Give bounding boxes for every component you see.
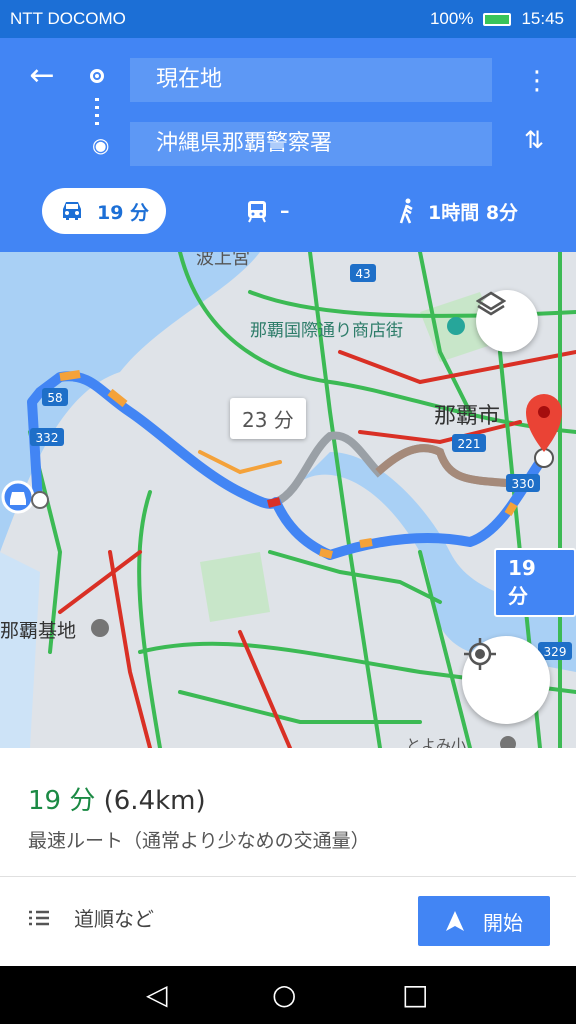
car-icon [62,202,81,220]
carrier-name: NTT DOCOMO [10,9,126,28]
steps-button[interactable]: 道順など [28,903,154,932]
map-label-district: 波上宮 [196,252,250,269]
destination-field[interactable]: 沖縄県那覇警察署 [130,122,492,166]
map-label-base[interactable]: 那覇基地 [0,616,76,643]
school-poi-icon[interactable] [500,736,516,748]
route-time-line: 19 分 (6.4km) [28,780,206,817]
road-58: 58 [47,391,62,405]
route-connector-icon [95,98,99,126]
destination-pin-icon[interactable] [526,394,562,452]
route-summary-sheet: 19 分 (6.4km) 最速ルート（通常より少なめの交通量） 道順など 開始 [0,748,576,966]
layers-button[interactable] [476,290,538,352]
map-label-city: 那覇市 [434,404,501,429]
car-location-icon [10,492,26,505]
more-options-icon[interactable]: ⋮ [524,66,550,102]
mode-transit-label: – [280,200,290,222]
road-332: 332 [36,431,59,445]
clock: 15:45 [521,9,564,28]
navigation-arrow-icon [446,911,464,931]
train-icon [248,201,266,223]
home-circle-icon[interactable]: ○ [272,978,296,1011]
route-slow-segment [319,548,333,559]
mode-car-label: 19 分 [96,201,150,224]
directions-header: ← ◉ 現在地 沖縄県那覇警察署 ⋮ ⇅ 19 分 – 1時間 8分 [0,38,576,252]
map-label-school[interactable]: とよみ小 [406,734,466,748]
battery-icon [483,12,512,26]
mode-transit-tab[interactable]: – [246,188,290,234]
mode-car-tab[interactable]: 19 分 [42,188,166,234]
status-icons: 100% 15:45 [430,9,564,29]
start-label: 開始 [483,910,523,935]
route-jam-segment [267,497,281,508]
list-icon [29,910,49,925]
route-slow-segment [504,501,518,517]
steps-label: 道順など [74,907,154,931]
map-view[interactable]: 43 58 332 221 330 329 波上宮 那覇国際通り商店街 那覇市 … [0,252,576,748]
alt-route-slow [375,444,521,488]
status-bar: NTT DOCOMO 100% 15:45 [0,0,576,38]
origin-icon [90,69,104,83]
start-navigation-button[interactable]: 開始 [418,896,550,946]
mode-walk-tab[interactable]: 1時間 8分 [398,188,518,234]
destination-pin-icon: ◉ [92,133,110,157]
base-poi-icon[interactable] [91,619,109,637]
route-slow-segment [59,370,81,381]
mode-walk-label: 1時間 8分 [428,201,519,224]
back-triangle-icon[interactable]: ◁ [146,978,168,1011]
road-221: 221 [458,437,481,451]
walk-icon [399,198,413,224]
my-location-button[interactable] [462,636,550,724]
recents-square-icon[interactable]: □ [402,978,428,1011]
route-duration: 19 分 [28,786,96,816]
divider [0,876,576,877]
park-area [200,552,270,622]
system-nav-bar: ◁ ○ □ [0,966,576,1024]
map-label-street[interactable]: 那覇国際通り商店街 [250,316,403,341]
coast-area [0,552,40,748]
route-start-dot [31,491,49,509]
road-330: 330 [512,477,535,491]
route-slow-segment [359,538,373,548]
road-329: 329 [544,645,567,659]
route-description: 最速ルート（通常より少なめの交通量） [28,830,370,852]
layers-icon [476,291,506,316]
alt-route-badge[interactable]: 23 分 [230,398,306,439]
main-route-badge[interactable]: 19 分 [494,548,576,617]
back-arrow-icon[interactable]: ← [24,58,60,94]
road-43: 43 [355,267,370,281]
route-distance: (6.4km) [103,786,206,816]
swap-icon[interactable]: ⇅ [520,126,548,162]
battery-percent: 100% [429,9,474,28]
destination-pin-dot [538,406,550,418]
origin-field[interactable]: 現在地 [130,58,492,102]
shopping-poi-icon[interactable] [447,317,465,335]
crosshair-icon [464,638,496,670]
